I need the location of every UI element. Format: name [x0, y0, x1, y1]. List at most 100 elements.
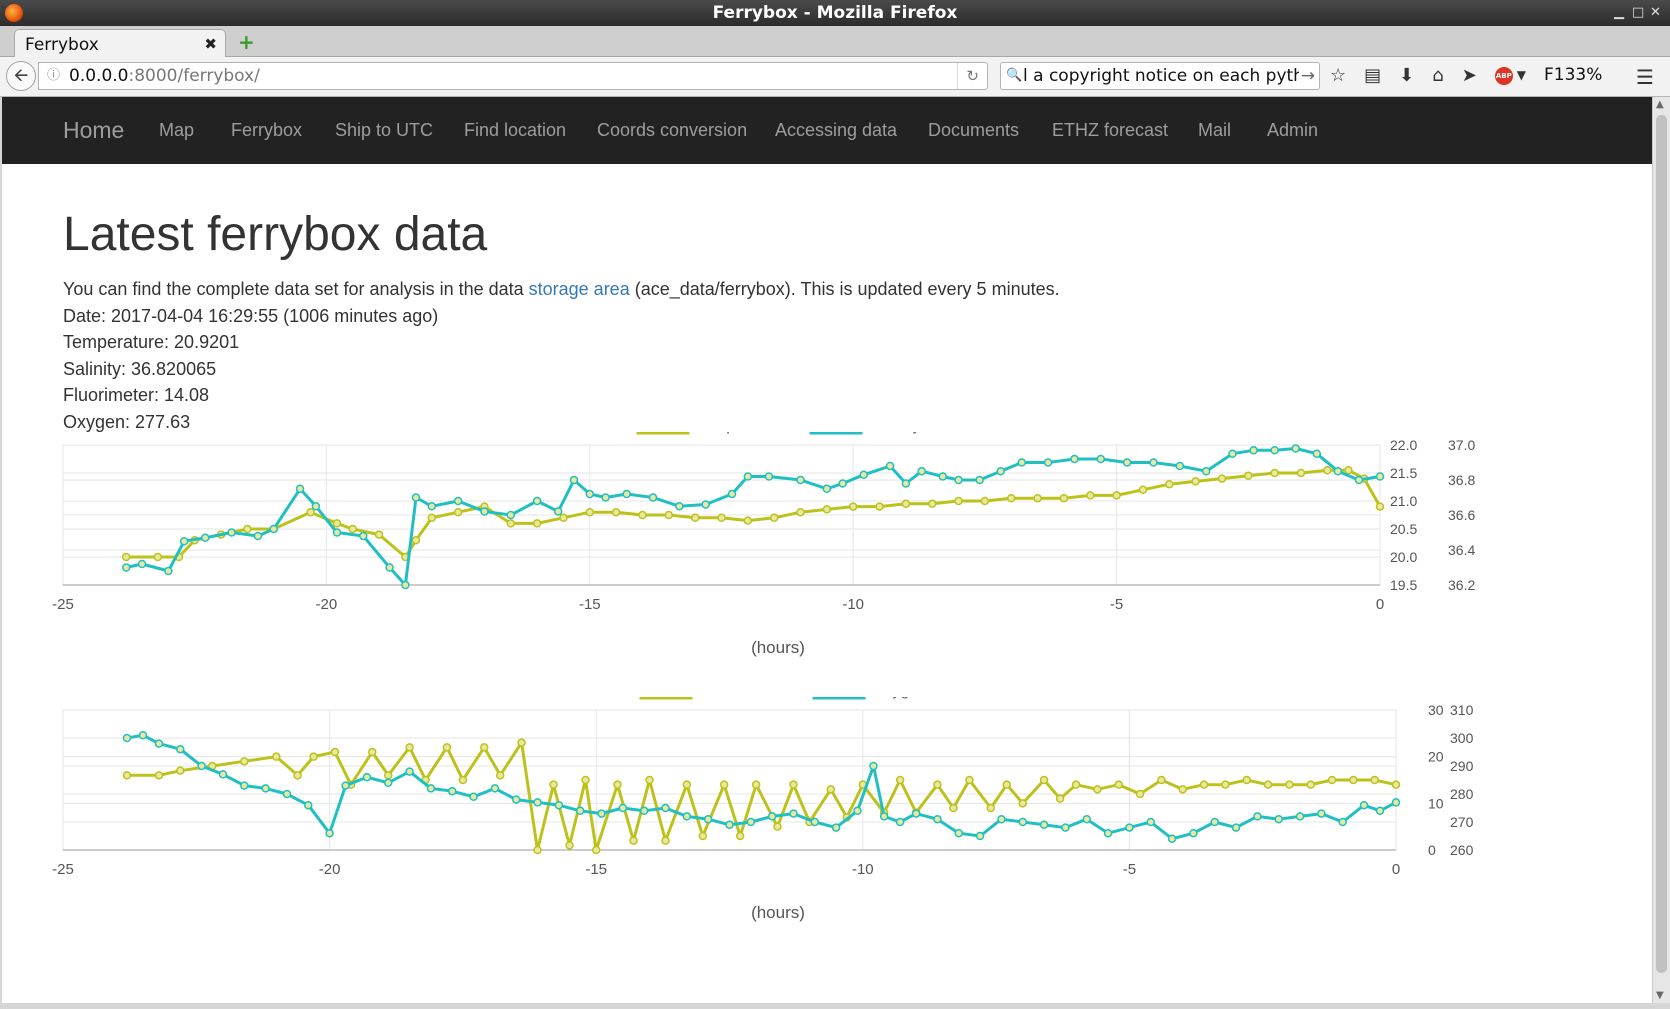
data-point	[227, 528, 236, 537]
scroll-up-icon[interactable]: ▲	[1656, 99, 1664, 110]
data-point	[304, 800, 313, 810]
data-point	[405, 743, 414, 752]
data-point	[997, 814, 1006, 824]
data-point	[601, 493, 610, 502]
nav-map[interactable]: Map	[159, 120, 194, 141]
data-point	[121, 563, 131, 572]
scroll-down-icon[interactable]: ▼	[1656, 990, 1664, 1001]
data-point	[996, 467, 1005, 476]
data-point	[703, 814, 713, 824]
x-axis-label: (hours)	[751, 638, 805, 657]
data-point	[648, 493, 658, 502]
adblock-dropdown-icon[interactable]: ▼	[1517, 68, 1526, 89]
data-point	[1249, 446, 1258, 455]
window-title-bar: Ferrybox - Mozilla Firefox ▁ □ ✕	[0, 0, 1670, 26]
data-point	[341, 781, 350, 790]
storage-area-link[interactable]: storage area	[529, 279, 630, 299]
data-point	[427, 513, 437, 523]
data-point	[1043, 458, 1053, 467]
close-window-icon[interactable]: ✕	[1650, 0, 1661, 26]
search-go-icon[interactable]: →	[1298, 63, 1315, 89]
nav-ethz-forecast[interactable]: ETHZ forecast	[1052, 120, 1168, 141]
data-point	[533, 798, 542, 807]
data-point	[1270, 446, 1279, 455]
x-tick-label: -10	[842, 596, 864, 613]
legend-swatch	[639, 697, 693, 700]
data-point	[469, 792, 478, 802]
temperature-line: Temperature: 20.9201	[63, 332, 240, 352]
url-bar[interactable]: ⓘ 0.0.0.0:8000/ferrybox/ ↻	[38, 62, 988, 90]
data-point	[767, 812, 777, 821]
data-point	[639, 806, 649, 816]
data-point	[385, 563, 394, 572]
tab-ferrybox[interactable]: Ferrybox ✖	[14, 29, 226, 58]
nav-find-location[interactable]: Find location	[464, 120, 566, 141]
data-point	[384, 778, 393, 788]
y-tick-label: 10	[1428, 795, 1444, 811]
back-arrow-icon[interactable]: 🡨	[6, 61, 36, 91]
data-point	[885, 461, 895, 471]
url-path: :8000/ferrybox/	[128, 66, 260, 86]
data-point	[1231, 823, 1241, 832]
data-point	[743, 472, 753, 481]
data-point	[1244, 471, 1253, 481]
data-point	[1018, 799, 1028, 808]
data-point	[629, 836, 638, 845]
nav-ferrybox[interactable]: Ferrybox	[231, 120, 302, 141]
bookmarks-list-icon[interactable]: ▤	[1364, 65, 1381, 89]
x-tick-label: -5	[1123, 861, 1136, 878]
data-point	[796, 475, 805, 485]
data-point	[1354, 475, 1364, 485]
vertical-scrollbar[interactable]: ▲ ▼	[1652, 97, 1670, 1003]
data-point	[1093, 785, 1102, 794]
data-point	[1359, 800, 1369, 810]
data-point	[179, 537, 189, 546]
data-point	[727, 489, 737, 499]
nav-home[interactable]: Home	[63, 117, 124, 144]
page-title: Latest ferrybox data	[63, 208, 488, 261]
bookmark-star-icon[interactable]: ☆	[1330, 65, 1346, 89]
data-point	[875, 502, 884, 511]
nav-admin[interactable]: Admin	[1267, 120, 1318, 141]
data-point	[311, 502, 321, 511]
data-point	[374, 530, 384, 539]
data-point	[986, 803, 996, 813]
nav-ship-to-utc[interactable]: Ship to UTC	[335, 120, 433, 141]
nav-accessing-data[interactable]: Accessing data	[775, 120, 897, 141]
nav-coords-conversion[interactable]: Coords conversion	[597, 120, 747, 141]
zoom-level[interactable]: F133%	[1544, 65, 1602, 89]
y-tick-label: 260	[1450, 842, 1474, 858]
adblock-icon[interactable]: ABP	[1494, 67, 1513, 85]
hamburger-menu-icon[interactable]: ☰	[1636, 65, 1654, 89]
nav-documents[interactable]: Documents	[928, 120, 1019, 141]
close-tab-icon[interactable]: ✖	[204, 35, 217, 53]
y-tick-label: 270	[1450, 814, 1474, 830]
tab-label: Ferrybox	[25, 35, 99, 55]
send-icon[interactable]: ➤	[1462, 65, 1477, 89]
data-point	[1059, 493, 1069, 503]
data-point	[597, 809, 606, 818]
nav-mail[interactable]: Mail	[1198, 120, 1231, 141]
download-icon[interactable]: ⬇	[1399, 65, 1414, 89]
minimize-icon[interactable]: ▁	[1614, 0, 1624, 26]
data-point	[549, 780, 558, 789]
y-tick-label: 36.4	[1448, 542, 1475, 558]
x-tick-label: -15	[585, 861, 607, 878]
data-point	[1070, 454, 1079, 464]
data-point	[664, 510, 674, 520]
data-point	[1274, 814, 1283, 824]
reload-icon[interactable]: ↻	[957, 63, 979, 89]
data-point	[917, 467, 926, 476]
info-icon[interactable]: ⓘ	[47, 63, 60, 89]
data-point	[153, 552, 163, 562]
x-tick-label: -15	[579, 596, 601, 613]
new-tab-icon[interactable]: +	[238, 30, 255, 54]
data-point	[565, 841, 574, 850]
data-point	[789, 809, 798, 818]
maximize-icon[interactable]: □	[1632, 0, 1644, 26]
search-input[interactable]: 🔍 l a copyright notice on each pyth →	[1000, 62, 1320, 90]
data-point	[859, 470, 868, 479]
data-point	[154, 771, 164, 780]
scrollbar-thumb[interactable]	[1656, 115, 1667, 973]
home-icon[interactable]: ⌂	[1432, 65, 1443, 89]
